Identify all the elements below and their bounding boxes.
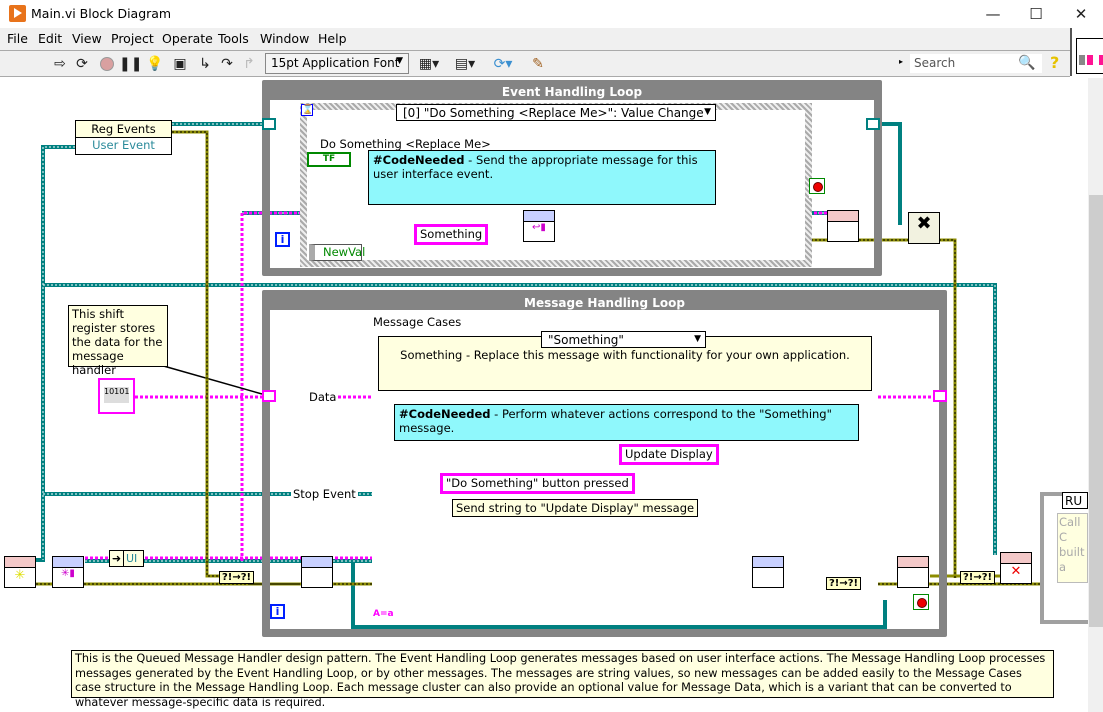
data-shift-register-right[interactable] — [933, 390, 947, 402]
arrow-right-icon: ➜ — [110, 551, 124, 566]
release-queue-node[interactable]: ✖ — [908, 212, 940, 244]
send-string-note: Send string to "Update Display" message — [452, 499, 699, 517]
stop-icon — [913, 594, 929, 610]
reg-events-title: Reg Events — [76, 121, 171, 138]
create-user-event-node[interactable]: ✳ — [4, 556, 36, 588]
boolean-terminal[interactable]: TF — [307, 152, 351, 167]
message-loop-title: Message Handling Loop — [524, 296, 685, 310]
code-needed-tag: #CodeNeeded — [399, 407, 491, 421]
event-case-selector[interactable]: [0] "Do Something <Replace Me>": Value C… — [396, 104, 716, 121]
ui-constant-value: UI — [126, 552, 138, 565]
event-code-needed-comment: #CodeNeeded - Send the appropriate messa… — [368, 150, 716, 205]
variant-constant[interactable]: 10101 — [98, 378, 135, 414]
scrollbar-thumb[interactable] — [1089, 195, 1103, 627]
reg-events-item[interactable]: User Event — [76, 138, 171, 154]
code-needed-tag: #CodeNeeded — [373, 153, 465, 167]
dequeue-message-node[interactable] — [301, 556, 333, 588]
destroy-user-event-node[interactable]: ✕ — [1000, 552, 1032, 584]
shift-register-arrow — [159, 364, 263, 395]
case-structure-label: Message Cases — [373, 315, 462, 329]
create-queue-node[interactable]: ✳▮ — [52, 556, 84, 588]
ui-constant[interactable]: ➜ UI — [109, 550, 144, 567]
stop-terminal-message — [913, 594, 933, 614]
merge-errors-node[interactable]: ?!→?! — [826, 577, 862, 590]
event-data-node[interactable]: NewVal — [309, 244, 365, 261]
event-loop-iteration-terminal: i — [275, 232, 290, 247]
chevron-down-icon: ▼ — [694, 334, 701, 344]
right-case-selector[interactable]: RU — [1062, 492, 1088, 509]
case-insensitive-indicator[interactable]: A=a — [373, 609, 394, 619]
error-status-node[interactable] — [827, 210, 859, 242]
event-registration-tunnel-out — [866, 118, 880, 130]
update-display-string-constant[interactable]: Update Display — [619, 444, 719, 465]
enqueue-message-node[interactable]: ↩▮ — [523, 210, 555, 242]
timeout-hourglass-icon: ⌛ — [301, 104, 314, 116]
event-selector-value: [0] "Do Something <Replace Me>": Value C… — [403, 106, 704, 120]
merge-errors-node[interactable]: ?!→?! — [219, 571, 255, 584]
control-label: Do Something <Replace Me> — [320, 137, 491, 151]
case-selector[interactable]: "Something" ▼ — [541, 331, 706, 348]
event-out-wire — [880, 122, 902, 225]
stop-icon — [809, 178, 825, 194]
data-shift-register-left[interactable] — [262, 390, 276, 402]
event-registration-tunnel — [262, 118, 276, 130]
right-case-comment: Call C built a — [1057, 513, 1088, 583]
chevron-down-icon: ▼ — [704, 107, 711, 117]
design-pattern-comment: This is the Queued Message Handler desig… — [71, 650, 1054, 709]
data-label: Data — [307, 390, 339, 404]
shift-register-note: This shift register stores the data for … — [68, 305, 168, 377]
stop-terminal-event — [809, 178, 829, 198]
case-description-text: Something - Replace this message with fu… — [400, 348, 850, 362]
register-events-node[interactable]: Reg Events User Event — [75, 120, 172, 155]
something-string-constant[interactable]: Something — [414, 224, 489, 245]
error-status-node[interactable] — [897, 556, 929, 588]
case-selector-value: "Something" — [548, 333, 624, 347]
message-loop-iteration-terminal: i — [270, 604, 285, 619]
enqueue-message-node[interactable] — [752, 556, 784, 588]
event-loop-title: Event Handling Loop — [501, 85, 643, 99]
stop-event-label: Stop Event — [291, 487, 358, 501]
button-pressed-string-constant[interactable]: "Do Something" button pressed — [440, 473, 635, 494]
merge-errors-node[interactable]: ?!→?! — [960, 571, 996, 584]
message-code-needed-comment: #CodeNeeded - Perform whatever actions c… — [394, 404, 859, 441]
